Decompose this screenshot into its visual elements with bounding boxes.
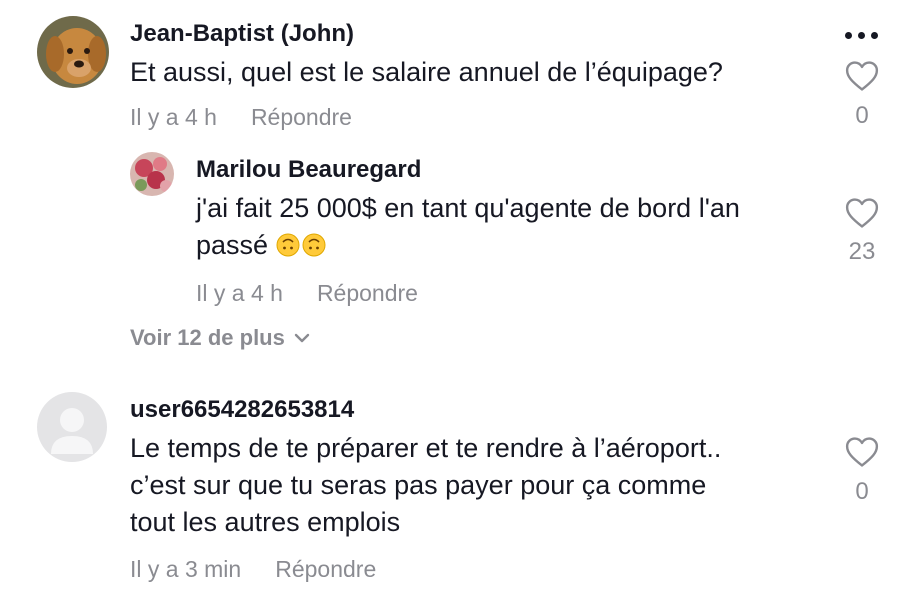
like-button[interactable] [845,60,879,97]
comment-username[interactable]: Jean-Baptist (John) [130,20,354,48]
comment-meta: Il y a 3 min Répondre [130,556,376,583]
like-button[interactable] [845,436,879,473]
reply-item: Marilou Beauregard j'ai fait 25 000$ en … [0,140,916,315]
reply-button[interactable]: Répondre [317,280,418,306]
upside-down-face-icon [276,233,300,257]
reply-meta: Il y a 4 h Répondre [196,280,418,307]
like-count: 0 [855,478,869,505]
avatar[interactable] [37,16,109,88]
heart-icon [845,198,879,228]
avatar[interactable] [37,392,107,462]
comment-item: Jean-Baptist (John) Et aussi, quel est l… [0,0,916,140]
comment-time: Il y a 3 min [130,556,242,582]
reply-time: Il y a 4 h [196,280,283,306]
reply-button[interactable]: Répondre [275,556,376,582]
reply-username[interactable]: Marilou Beauregard [196,156,421,184]
avatar[interactable] [130,152,174,196]
comment-text-line-1: Le temps de te préparer et te rendre à l… [130,433,722,463]
heart-icon [845,61,879,91]
comment-text: Et aussi, quel est le salaire annuel de … [130,57,723,87]
like-count: 0 [855,102,869,129]
comment-item: user6654282653814 Le temps de te prépare… [0,380,916,606]
view-more-label: Voir 12 de plus [130,325,285,350]
comment-time: Il y a 4 h [130,104,217,130]
reply-button[interactable]: Répondre [251,104,352,130]
comment-username[interactable]: user6654282653814 [130,396,354,424]
comment-meta: Il y a 4 h Répondre [130,104,352,131]
view-more-replies-button[interactable]: Voir 12 de plus [130,325,311,351]
reply-text-line-2: passé [196,227,328,264]
heart-icon [845,437,879,467]
upside-down-face-icon [302,233,326,257]
reply-text-line-1: j'ai fait 25 000$ en tant qu'agente de b… [196,193,740,223]
like-count: 23 [848,238,876,265]
chevron-down-icon [294,333,310,343]
comment-text-line-2: c’est sur que tu seras pas payer pour ça… [130,470,707,500]
like-button[interactable] [845,197,879,234]
comment-text-line-3: tout les autres emplois [130,507,401,537]
